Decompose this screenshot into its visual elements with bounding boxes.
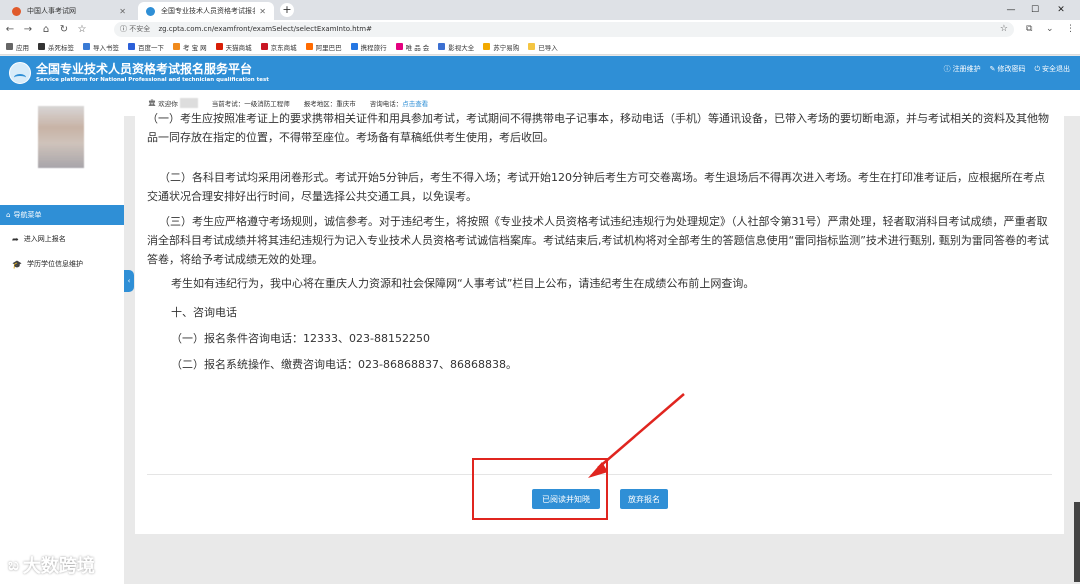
view-phone-link[interactable]: 点击查看	[402, 98, 428, 108]
bookmark-icon	[215, 43, 223, 50]
annotation-box	[472, 458, 608, 520]
close-tab-icon[interactable]: ✕	[119, 7, 126, 16]
site-title: 全国专业技术人员资格考试报名服务平台	[36, 62, 253, 76]
reload-icon[interactable]: ↻	[56, 24, 72, 35]
bookmark-icon	[305, 43, 313, 50]
close-window-icon[interactable]: ✕	[1050, 0, 1072, 20]
home-icon[interactable]: ⌂	[38, 24, 54, 35]
graduation-cap-icon: 🎓	[12, 259, 22, 269]
site-header: 全国专业技术人员资格考试报名服务平台 Service platform for …	[0, 56, 1080, 90]
bookmark-folder[interactable]: 已导入	[528, 42, 558, 52]
maximize-icon[interactable]: ☐	[1024, 0, 1046, 20]
forward-icon[interactable]: →	[20, 24, 36, 35]
current-exam: 当前考试：一级消防工程师	[211, 100, 290, 108]
exam-area: 报考地区：重庆市	[303, 100, 356, 108]
bookmark-icon	[350, 43, 358, 50]
bookmark-icon	[38, 43, 45, 50]
bookmark-icon	[83, 43, 90, 50]
bookmark-icon	[483, 43, 491, 50]
bank-icon: 🏛	[148, 99, 157, 107]
browser-tab-2[interactable]: 全国专业技术人员资格考试报名！ ✕	[138, 2, 274, 20]
bookmark-icon	[128, 43, 135, 50]
share-arrow-icon: ➦	[12, 234, 19, 244]
register-maintenance-link[interactable]: ⓘ 注册维护	[944, 64, 981, 74]
page-scrollbar[interactable]	[1074, 502, 1080, 582]
bookmarks-bar: 应用 杀死标签 导入书签 百度一下 考 宝 网 天猫商城 京东商城 阿里巴巴 携…	[0, 39, 1080, 55]
site-favicon-icon	[146, 6, 155, 16]
star-icon[interactable]: ☆	[1000, 22, 1008, 37]
info-icon: ⓘ	[943, 65, 951, 73]
sidebar-collapse-toggle[interactable]: ‹	[124, 270, 134, 292]
bookmark-item[interactable]: 百度一下	[128, 42, 164, 52]
info-icon: ⓘ	[120, 25, 127, 33]
phone-line-2: （二）报名系统操作、缴费咨询电话：023-86868837、86868838。	[171, 358, 517, 371]
abandon-registration-button[interactable]: 放弃报名	[620, 489, 668, 509]
cast-icon[interactable]: ⧉	[1026, 20, 1032, 39]
address-bar[interactable]: ⓘ 不安全 zg.cpta.com.cn/examfront/examSelec…	[114, 22, 1014, 37]
sidebar-item-degree-info[interactable]: 🎓 学历学位信息维护	[0, 254, 124, 274]
bookmark-item[interactable]: 唯 品 会	[395, 42, 429, 52]
section-heading: 十、咨询电话	[171, 306, 237, 319]
close-tab-icon[interactable]: ✕	[259, 7, 266, 16]
welcome-group: 🏛 欢迎你	[148, 98, 198, 108]
site-subtitle: Service platform for National Profession…	[36, 77, 269, 83]
header-links: ⓘ 注册维护 ✎ 修改密码 ⏻ 安全退出	[935, 64, 1070, 74]
phone-line-1: （一）报名条件咨询电话：12333、023-88152250	[171, 332, 430, 345]
power-icon: ⏻	[1034, 64, 1040, 73]
bookmark-icon	[260, 43, 268, 50]
notice-paragraph-1: （一）考生应按照准考证上的要求携带相关证件和用具参加考试，考试期间不得携带电子记…	[147, 112, 1049, 144]
bookmark-icon	[438, 43, 446, 50]
cpta-logo-icon	[9, 62, 31, 84]
watermark: ಬ 大数跨境	[8, 555, 95, 577]
bookmark-item[interactable]: 京东商城	[260, 42, 297, 52]
user-name-redacted	[179, 98, 198, 108]
bookmark-item[interactable]: 导入书签	[83, 42, 119, 52]
bookmark-item[interactable]: 考 宝 网	[173, 42, 207, 52]
bookmark-item[interactable]: 杀死标签	[38, 42, 74, 52]
sidebar: ⌂ 导航菜单 ➦ 进入网上报名 🎓 学历学位信息维护	[0, 90, 124, 584]
sidebar-item-online-registration[interactable]: ➦ 进入网上报名	[0, 229, 124, 249]
new-tab-button[interactable]: +	[280, 3, 294, 17]
folder-icon	[528, 43, 536, 50]
welcome-label: 欢迎你	[158, 100, 178, 108]
browser-tab-bar: 中国人事考试网 ✕ 全国专业技术人员资格考试报名！ ✕ + — ☐ ✕	[0, 0, 1080, 20]
browser-tab-1[interactable]: 中国人事考试网 ✕	[4, 2, 134, 20]
avatar	[38, 106, 84, 168]
url-text: zg.cpta.com.cn/examfront/examSelect/sele…	[158, 25, 372, 33]
menu-icon[interactable]: ⋮	[1066, 20, 1075, 39]
bookmark-star-icon[interactable]: ☆	[74, 24, 90, 35]
notice-paragraph-3: （三）考生应严格遵守考场规则，诚信参考。对于违纪考生，将按照《专业技术人员资格考…	[147, 215, 1049, 266]
bookmark-item[interactable]: 影视大全	[438, 42, 474, 52]
back-icon[interactable]: ←	[2, 24, 18, 35]
browser-navbar: ← → ⌂ ↻ ☆ ⓘ 不安全 zg.cpta.com.cn/examfront…	[0, 20, 1080, 39]
bookmark-item[interactable]: 天猫商城	[215, 42, 252, 52]
bookmark-item[interactable]: 苏宁易购	[483, 42, 519, 52]
home-icon: ⌂	[6, 211, 11, 219]
watermark-logo-icon: ಬ	[8, 555, 19, 574]
apps-icon	[6, 43, 13, 50]
tab-label: 中国人事考试网	[27, 7, 76, 15]
minimize-icon[interactable]: —	[1000, 0, 1022, 20]
bookmark-item[interactable]: 携程旅行	[350, 42, 387, 52]
consult-phone: 咨询电话： 点击查看	[369, 98, 429, 108]
bookmark-item[interactable]: 应用	[6, 42, 29, 52]
notice-paragraph-4: 考生如有违纪行为，我中心将在重庆人力资源和社会保障网“人事考试”栏目上公布，请违…	[171, 277, 755, 290]
bookmark-icon	[395, 43, 403, 50]
security-label: 不安全	[129, 25, 151, 33]
extension-icon[interactable]: ⌄	[1046, 20, 1054, 39]
notice-paragraph-2: （二）各科目考试均采用闭卷形式。考试开始5分钟后，考生不得入场；考试开始120分…	[147, 171, 1045, 203]
tab-label: 全国专业技术人员资格考试报名！	[161, 7, 255, 15]
bookmark-icon	[173, 43, 180, 50]
change-password-link[interactable]: ✎ 修改密码	[990, 64, 1026, 74]
nav-menu-header[interactable]: ⌂ 导航菜单	[0, 205, 124, 225]
bookmark-item[interactable]: 阿里巴巴	[305, 42, 342, 52]
logout-link[interactable]: ⏻ 安全退出	[1034, 64, 1070, 74]
site-favicon-icon	[12, 6, 21, 16]
edit-icon: ✎	[989, 65, 996, 73]
